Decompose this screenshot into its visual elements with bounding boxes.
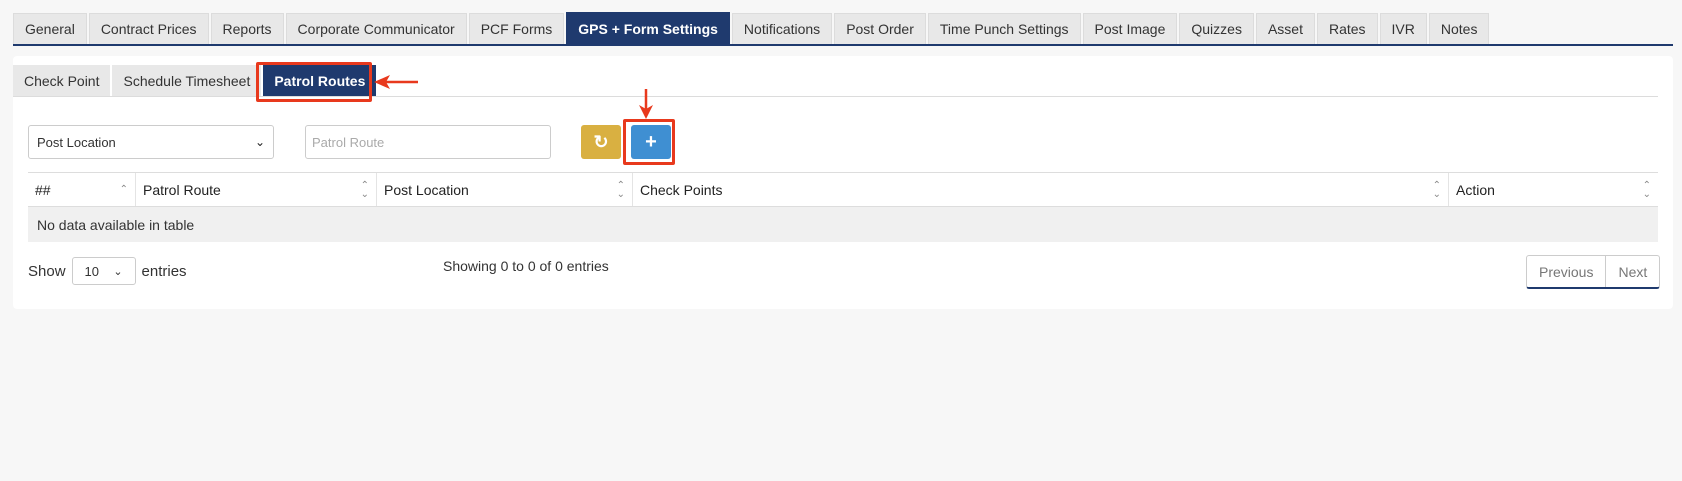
next-page-button[interactable]: Next xyxy=(1605,256,1659,287)
tab-notes[interactable]: Notes xyxy=(1428,13,1490,44)
refresh-button[interactable]: ↻ xyxy=(581,125,621,159)
pagination: Previous Next xyxy=(1526,255,1661,289)
table-info: Showing 0 to 0 of 0 entries xyxy=(443,258,609,274)
column-header-post-location[interactable]: Post Location ⌃ ⌄ xyxy=(377,173,633,206)
refresh-icon: ↻ xyxy=(593,131,609,152)
tab-general[interactable]: General xyxy=(13,13,87,44)
tab-reports[interactable]: Reports xyxy=(210,13,284,44)
previous-page-button[interactable]: Previous xyxy=(1527,256,1605,287)
entries-per-page-value: 10 xyxy=(84,263,99,279)
tab-rates[interactable]: Rates xyxy=(1316,13,1378,44)
column-header-action[interactable]: Action ⌃ ⌄ xyxy=(1449,173,1658,206)
post-location-select-value: Post Location xyxy=(37,134,116,150)
tab-notifications[interactable]: Notifications xyxy=(731,13,833,44)
tab-ivr[interactable]: IVR xyxy=(1379,13,1427,44)
top-tab-bar: General Contract Prices Reports Corporat… xyxy=(13,12,1673,46)
sort-icon: ⌃ ⌄ xyxy=(616,179,625,200)
tab-post-image[interactable]: Post Image xyxy=(1082,13,1178,44)
tab-post-order[interactable]: Post Order xyxy=(834,13,926,44)
entries-per-page-select[interactable]: 10 ⌄ xyxy=(71,257,136,285)
sort-asc-icon: ⌃ xyxy=(119,184,128,195)
patrol-routes-table: ## ⌃ Patrol Route ⌃ ⌄ Post Location ⌃ ⌄ Ch… xyxy=(28,172,1658,242)
column-header-label: Action xyxy=(1456,181,1495,198)
sort-icon: ⌃ ⌄ xyxy=(1642,179,1651,200)
tab-contract-prices[interactable]: Contract Prices xyxy=(88,13,209,44)
column-header-check-points[interactable]: Check Points ⌃ ⌄ xyxy=(633,173,1449,206)
empty-table-message: No data available in table xyxy=(28,207,1658,242)
column-header-label: Post Location xyxy=(384,181,469,198)
column-header-patrol-route[interactable]: Patrol Route ⌃ ⌄ xyxy=(136,173,377,206)
chevron-down-icon: ⌄ xyxy=(113,265,123,278)
tab-pcf-forms[interactable]: PCF Forms xyxy=(468,13,565,44)
post-location-select[interactable]: Post Location ⌄ xyxy=(28,125,274,159)
subtab-patrol-routes[interactable]: Patrol Routes xyxy=(263,65,377,96)
tab-gps-form-settings[interactable]: GPS + Form Settings xyxy=(566,12,730,44)
show-label: Show xyxy=(28,262,66,280)
page-length-control: Show 10 ⌄ entries xyxy=(28,256,187,286)
add-patrol-route-button[interactable]: + xyxy=(631,125,671,159)
sub-tab-bar: Check Point Schedule Timesheet Patrol Ro… xyxy=(13,65,1658,97)
column-header-label: Patrol Route xyxy=(143,181,221,198)
column-header-index[interactable]: ## ⌃ xyxy=(28,173,136,206)
column-header-label: ## xyxy=(35,181,51,198)
sort-icon: ⌃ ⌄ xyxy=(360,179,369,200)
plus-icon: + xyxy=(645,130,657,153)
patrol-route-input[interactable] xyxy=(305,125,551,159)
tab-quizzes[interactable]: Quizzes xyxy=(1179,13,1254,44)
column-header-label: Check Points xyxy=(640,181,723,198)
tab-corporate-communicator[interactable]: Corporate Communicator xyxy=(285,13,467,44)
table-header: ## ⌃ Patrol Route ⌃ ⌄ Post Location ⌃ ⌄ Ch… xyxy=(28,172,1658,207)
tab-time-punch-settings[interactable]: Time Punch Settings xyxy=(927,13,1081,44)
entries-label: entries xyxy=(141,262,187,280)
subtab-schedule-timesheet[interactable]: Schedule Timesheet xyxy=(112,65,262,96)
content-panel: Check Point Schedule Timesheet Patrol Ro… xyxy=(13,56,1673,309)
sort-icon: ⌃ ⌄ xyxy=(1432,179,1441,200)
subtab-check-point[interactable]: Check Point xyxy=(13,65,111,96)
tab-asset[interactable]: Asset xyxy=(1255,13,1315,44)
chevron-down-icon: ⌄ xyxy=(254,135,265,149)
